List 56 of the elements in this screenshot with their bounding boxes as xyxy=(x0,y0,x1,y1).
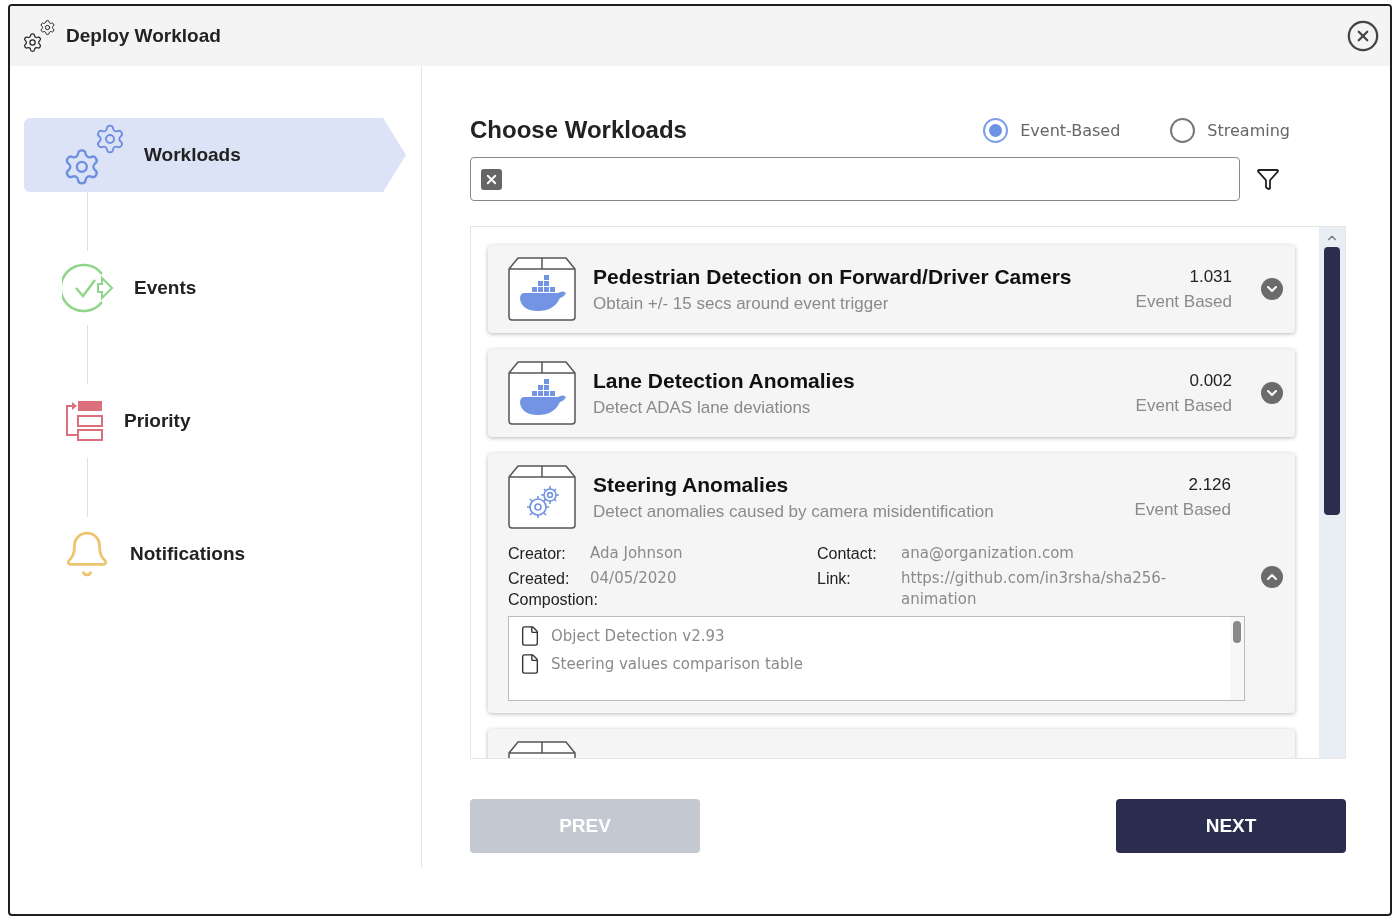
scrollbar-thumb xyxy=(1233,621,1241,643)
workload-version: 1.031 xyxy=(1189,266,1232,287)
radio-button[interactable] xyxy=(1170,117,1196,143)
workload-description: Detect ADAS lane deviations xyxy=(593,397,812,418)
detail-label: Link: xyxy=(817,569,852,589)
box-gears-icon xyxy=(508,465,576,529)
workload-version: 2.126 xyxy=(1188,474,1231,495)
active-step[interactable]: Workloads xyxy=(24,118,406,192)
step-label: Notifications xyxy=(130,543,246,565)
expand-button[interactable] xyxy=(1261,382,1283,404)
wizard-step[interactable]: Priority xyxy=(24,384,406,458)
gears-icon xyxy=(22,19,56,53)
scrollbar-thumb[interactable] xyxy=(1324,247,1340,515)
workload-version: 0.002 xyxy=(1189,370,1232,391)
next-button[interactable]: NEXT xyxy=(1116,799,1346,853)
expand-button[interactable] xyxy=(1261,278,1283,300)
workload-type: Event Based xyxy=(1135,291,1232,312)
detail-label: Contact: xyxy=(817,544,878,564)
close-button[interactable] xyxy=(1346,19,1380,53)
wizard-step[interactable]: Notifications xyxy=(24,517,406,591)
detail-value: ana@organization.com xyxy=(901,543,1075,564)
workload-type: Event Based xyxy=(1135,395,1232,416)
clear-icon[interactable] xyxy=(481,168,502,190)
section-title: Choose Workloads xyxy=(470,116,688,144)
filter-button[interactable] xyxy=(1256,167,1280,191)
workload-title: Lane Detection Anomalies xyxy=(593,368,856,393)
workload-title: Pedestrian Detection on Forward/Driver Camers xyxy=(593,264,1073,289)
radio-label: Event-Based xyxy=(1020,120,1121,140)
workload-card[interactable] xyxy=(488,453,1295,713)
collapse-button[interactable] xyxy=(1261,565,1283,588)
step-label: Workloads xyxy=(144,144,241,166)
window-title: Deploy Workload xyxy=(66,25,222,47)
search-field[interactable] xyxy=(470,157,1240,201)
step-label: Priority xyxy=(124,410,191,432)
workload-type: Event Based xyxy=(1134,499,1231,520)
detail-label: Compostion: xyxy=(508,590,599,610)
composition-item: Object Detection v2.93 xyxy=(551,627,725,645)
box-whale-icon xyxy=(508,257,576,321)
detail-value: 04/05/2020 xyxy=(590,568,678,589)
file-icon xyxy=(519,625,541,647)
radio-label: Streaming xyxy=(1207,120,1290,140)
wizard-step[interactable]: Events xyxy=(24,251,406,325)
workload-description: Obtain +/- 15 secs around event trigger xyxy=(593,293,890,314)
check-circle-icon xyxy=(62,262,116,314)
file-icon xyxy=(519,653,541,675)
workload-title: Steering Anomalies xyxy=(593,472,790,497)
detail-label: Creator: xyxy=(508,544,567,564)
step-label: Events xyxy=(134,277,197,299)
composition-item: Steering values comparison table xyxy=(551,655,803,673)
box-whale-icon xyxy=(508,361,576,425)
workload-card[interactable]: Lane Detection Anomalies Detect ADAS lane deviations 0.002 Event Based xyxy=(488,349,1295,437)
detail-value: Ada Johnson xyxy=(590,543,684,564)
workload-description: Detect anomalies caused by camera misidentification xyxy=(593,501,995,522)
workload-card[interactable]: Pedestrian Detection on Forward/Driver Camers Obtain +/- 15 secs around event trigger 1.031 Event Based xyxy=(488,245,1295,333)
radio-button[interactable] xyxy=(983,117,1009,143)
detail-label: Created: xyxy=(508,569,571,589)
